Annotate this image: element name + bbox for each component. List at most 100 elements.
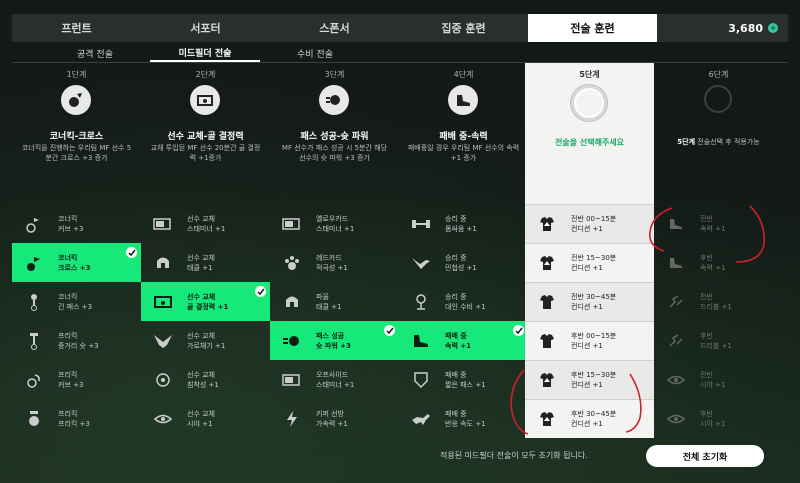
corner-flag-icon <box>24 214 44 234</box>
option-name: 선수 교체 <box>187 370 215 379</box>
option-effect: 가로채기 +1 <box>187 341 226 350</box>
tactic-option[interactable]: 선수 교체 침착성 +1 <box>141 360 270 399</box>
subtab-defense-tactics[interactable]: 수비 전술 <box>260 44 370 62</box>
stage-title: 패스 성공-슛 파워 <box>300 132 369 142</box>
tactic-option[interactable]: 전반 30~45분 컨디션 +1 <box>525 282 654 321</box>
tab-supporter[interactable]: 서포터 <box>141 14 270 42</box>
tactic-option[interactable]: 선수 교체 태클 +1 <box>141 243 270 282</box>
tactic-option[interactable]: 전반 15~30분컨디션 +1 <box>525 243 654 282</box>
bird-icon <box>411 253 431 273</box>
checkmark-icon <box>384 325 395 336</box>
tactic-option[interactable]: 후반 30~45분컨디션 +1 <box>525 399 654 438</box>
option-name: 패스 성공 <box>316 331 345 340</box>
option-name: 후반 30~45분 <box>571 410 617 418</box>
tactic-option[interactable]: 프리킥 커브 +3 <box>12 360 141 399</box>
tactic-option[interactable]: 승리 중 몸싸움 +1 <box>399 204 528 243</box>
option-name: 전반 15~30분 <box>571 254 617 262</box>
option-effect: 컨디션 +1 <box>571 264 603 272</box>
option-effect: 시야 +1 <box>700 419 726 428</box>
tactic-option[interactable]: 오프사이드 스태미너 +1 <box>270 360 399 399</box>
option-name: 코너킥 <box>58 292 78 301</box>
option-name: 키퍼 선방 <box>316 409 344 418</box>
option-effect: 컨디션 +1 <box>571 381 603 389</box>
boots-icon <box>666 214 686 234</box>
tactic-option[interactable]: 패배 중 짧은 패스 +1 <box>399 360 528 399</box>
option-name: 선수 교체 <box>187 253 215 262</box>
tactic-option-selected[interactable]: 패배 중 속력 +1 <box>399 321 528 360</box>
stage-locked-text: 전술선택 후 적용가능 <box>695 138 760 146</box>
locked-slot-icon <box>704 85 732 113</box>
tab-tactics-training[interactable]: 전술 훈련 <box>528 14 657 42</box>
reset-warning-text: 적용된 미드필더 전술이 모두 초기화 됩니다. <box>440 451 588 460</box>
checkmark-icon <box>513 325 524 336</box>
tab-front[interactable]: 프런트 <box>12 14 141 42</box>
subtab-attack-tactics[interactable]: 공격 전술 <box>40 44 150 62</box>
tactic-option[interactable]: 레드카드 적극성 +1 <box>270 243 399 282</box>
option-effect: 긴 패스 +3 <box>58 302 93 311</box>
pass-shot-icon <box>319 85 349 115</box>
option-effect: 컨디션 +1 <box>571 420 603 428</box>
option-name: 후반 15~30분 <box>571 371 617 379</box>
location-pin-icon <box>411 292 431 312</box>
option-name: 전반 30~45분 <box>571 293 617 301</box>
tab-sponsor[interactable]: 스폰서 <box>270 14 399 42</box>
reset-all-button[interactable]: 전체 초기화 <box>646 445 764 467</box>
jersey-icon <box>537 331 557 351</box>
jersey-up-icon <box>537 370 557 390</box>
option-name: 승리 중 <box>445 214 467 223</box>
option-effect: 대인 수비 +1 <box>445 302 486 311</box>
option-name: 파울 <box>316 292 329 301</box>
option-name: 오프사이드 <box>316 370 349 379</box>
option-effect: 컨디션 +1 <box>571 225 603 233</box>
tactic-option[interactable]: 코너킥 긴 패스 +3 <box>12 282 141 321</box>
tactic-option[interactable]: 키퍼 선방 가속력 +1 <box>270 399 399 438</box>
stage-description: 교체 투입된 MF 선수 20분간 골 결정력 +1증가 <box>150 144 261 162</box>
option-effect: 속력 +1 <box>700 224 726 233</box>
tactic-option[interactable]: 승리 중 대인 수비 +1 <box>399 282 528 321</box>
tactic-option-selected[interactable]: 코너킥 크로스 +3 <box>12 243 141 282</box>
option-name: 코너킥 <box>58 253 78 262</box>
helmet-icon <box>153 253 173 273</box>
option-name: 패배 중 <box>445 331 467 340</box>
tactic-option[interactable]: 패배 중 반응 속도 +1 <box>399 399 528 438</box>
tactic-option[interactable]: 승리 중 민첩성 +1 <box>399 243 528 282</box>
stage-label: 6단계 <box>708 70 729 79</box>
tactic-option[interactable]: 선수 교체 시야 +1 <box>141 399 270 438</box>
option-effect: 골 결정력 +1 <box>187 302 229 311</box>
tactic-option[interactable]: 후반 15~30분컨디션 +1 <box>525 360 654 399</box>
tactic-option[interactable]: 코너킥 커브 +3 <box>12 204 141 243</box>
tactic-option-selected[interactable]: 패스 성공 슛 파워 +3 <box>270 321 399 360</box>
tactic-option[interactable]: 파울 태클 +1 <box>270 282 399 321</box>
option-effect: 시야 +1 <box>187 419 213 428</box>
option-name: 후반 <box>700 331 713 340</box>
option-name: 선수 교체 <box>187 292 216 301</box>
tactic-option[interactable]: 프리킥 프리킥 +3 <box>12 399 141 438</box>
eye-icon <box>666 370 686 390</box>
tactic-option[interactable]: 전반 00~15분컨디션 +1 <box>525 204 654 243</box>
grid-row: 코너킥 커브 +3 선수 교체 스태미너 +1 옐로우카드 스태미너 +1 승리 중몸… <box>12 204 788 243</box>
tab-focus-training[interactable]: 집중 훈련 <box>399 14 528 42</box>
tactic-option[interactable]: 옐로우카드 스태미너 +1 <box>270 204 399 243</box>
tactic-option[interactable]: 선수 교체 스태미너 +1 <box>141 204 270 243</box>
stage-locked-note: 5단계 전술선택 후 적용가능 <box>654 137 783 147</box>
option-name: 레드카드 <box>316 253 342 262</box>
option-name: 전반 00~15분 <box>571 215 617 223</box>
option-effect: 태클 +1 <box>187 263 213 272</box>
option-name: 선수 교체 <box>187 214 215 223</box>
stage-label: 3단계 <box>324 70 345 79</box>
option-effect: 크로스 +3 <box>58 263 91 272</box>
coin-icon: + <box>768 23 778 33</box>
goal-net-icon <box>153 292 173 312</box>
tactic-option[interactable]: 선수 교체 가로채기 +1 <box>141 321 270 360</box>
tactic-option[interactable]: 프리킥 중거리 슛 +3 <box>12 321 141 360</box>
tactic-option: 후반 속력 +1 <box>654 243 783 282</box>
option-effect: 짧은 패스 +1 <box>445 380 486 389</box>
tactic-option-selected[interactable]: 선수 교체 골 결정력 +1 <box>141 282 270 321</box>
ball-target-icon <box>153 370 173 390</box>
tactic-option: 전반 속력 +1 <box>654 204 783 243</box>
subtab-midfielder-tactics[interactable]: 미드필더 전술 <box>150 44 260 62</box>
dribble-icon <box>666 331 686 351</box>
battery-icon <box>153 214 173 234</box>
tactic-option[interactable]: 후반 00~15분 컨디션 +1 <box>525 321 654 360</box>
eye-icon <box>666 409 686 429</box>
